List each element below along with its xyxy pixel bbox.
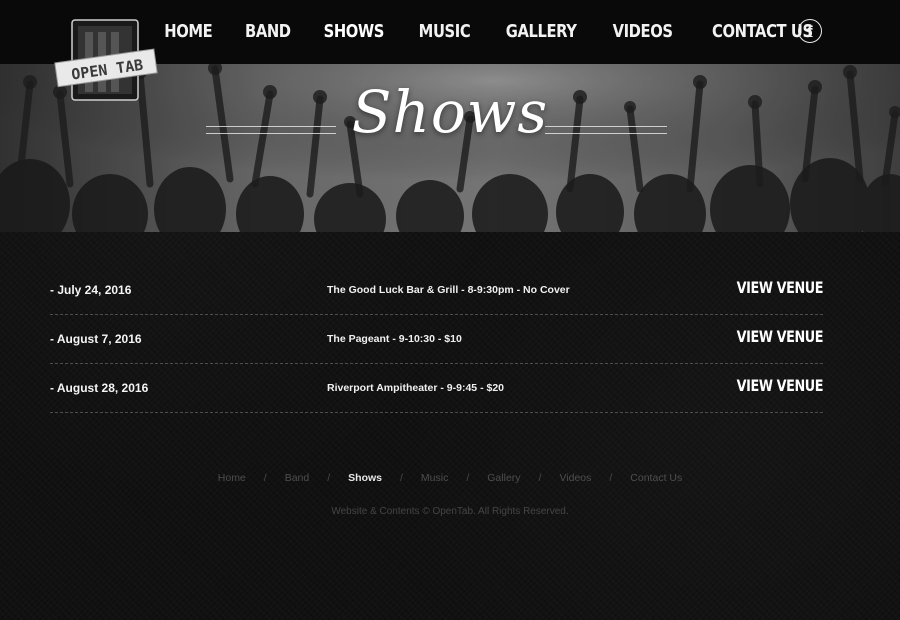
- footer-separator: /: [263, 472, 267, 484]
- nav-band[interactable]: BAND: [245, 21, 291, 42]
- footer-separator: /: [609, 472, 613, 484]
- shows-list: - July 24, 2016 The Good Luck Bar & Gril…: [50, 266, 823, 413]
- show-row: - July 24, 2016 The Good Luck Bar & Gril…: [50, 266, 823, 315]
- nav-home[interactable]: HOME: [164, 21, 212, 42]
- show-row: - August 7, 2016 The Pageant - 9-10:30 -…: [50, 315, 823, 364]
- facebook-icon[interactable]: f: [798, 19, 822, 43]
- view-venue-button[interactable]: VIEW VENUE: [737, 327, 824, 346]
- footer-link-videos[interactable]: Videos: [559, 472, 591, 484]
- show-details: The Pageant - 9-10:30 - $10: [327, 333, 462, 345]
- nav-gallery[interactable]: GALLERY: [506, 21, 577, 42]
- nav-shows[interactable]: SHOWS: [324, 21, 385, 42]
- show-date: - July 24, 2016: [50, 283, 132, 297]
- footer-separator: /: [327, 472, 331, 484]
- footer-separator: /: [400, 472, 403, 484]
- view-venue-button[interactable]: VIEW VENUE: [737, 278, 824, 297]
- footer-nav: Home / Band / Shows / Music / Gallery / Videos / Con…: [0, 472, 900, 484]
- main-nav: HOME BAND SHOWS MUSIC GALLERY VIDEOS CON…: [159, 0, 824, 62]
- site-logo[interactable]: OPEN TAB: [52, 18, 158, 102]
- footer-link-contact[interactable]: Contact Us: [630, 472, 682, 484]
- copyright-text: Website & Contents © OpenTab. All Rights…: [331, 506, 569, 517]
- footer-link-shows[interactable]: Shows: [348, 472, 382, 484]
- show-details: The Good Luck Bar & Grill - 8-9:30pm - N…: [327, 284, 570, 296]
- nav-music[interactable]: MUSIC: [419, 21, 471, 42]
- footer-separator: /: [466, 472, 470, 484]
- show-date: - August 28, 2016: [50, 381, 149, 395]
- show-date: - August 7, 2016: [50, 332, 142, 346]
- show-details: Riverport Ampitheater - 9-9:45 - $20: [327, 382, 504, 394]
- footer-link-gallery[interactable]: Gallery: [487, 472, 520, 484]
- footer-separator: /: [538, 472, 542, 484]
- footer-link-music[interactable]: Music: [421, 472, 448, 484]
- show-row: - August 28, 2016 Riverport Ampitheater …: [50, 364, 823, 413]
- view-venue-button[interactable]: VIEW VENUE: [737, 376, 824, 395]
- footer-link-band[interactable]: Band: [285, 472, 310, 484]
- nav-videos[interactable]: VIDEOS: [613, 21, 673, 42]
- footer-link-home[interactable]: Home: [218, 472, 246, 484]
